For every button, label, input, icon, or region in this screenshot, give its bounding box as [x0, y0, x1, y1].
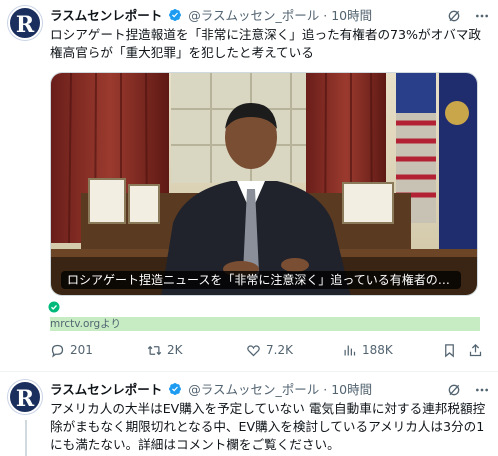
more-icon[interactable] — [474, 8, 490, 24]
tweet-text: ロシアゲート捏造報道を「非常に注意深く」追った有権者の73%がオバマ政権高官らが… — [50, 27, 481, 60]
retweet-icon — [147, 345, 162, 355]
author-name[interactable]: ラスムセンレポート — [50, 382, 162, 397]
media-caption: ロシアゲート捏造ニュースを「非常に注意深く」追っている有権者の73%がオ... — [61, 271, 461, 289]
grok-icon[interactable] — [446, 382, 462, 398]
avatar[interactable]: R — [8, 6, 42, 40]
like-icon — [247, 344, 260, 356]
author-handle[interactable]: @ラスムッセン_ポール — [188, 8, 319, 23]
reply-count: 201 — [70, 343, 93, 357]
author-handle[interactable]: @ラスムッセン_ポール — [188, 382, 319, 397]
tweet-media[interactable]: ロシアゲート捏造ニュースを「非常に注意深く」追っている有権者の73%がオ... — [50, 72, 478, 296]
like-count: 7.2K — [266, 343, 293, 357]
tweet-text: アメリカ人の大半はEV購入を予定していない 電気自動車に対する連邦税額控除がまも… — [50, 401, 486, 452]
verified-badge-icon — [169, 9, 182, 21]
views-button[interactable]: 188K — [342, 340, 393, 360]
tweet-time[interactable]: 10時間 — [331, 382, 372, 397]
separator-dot: · — [323, 382, 328, 397]
grok-icon[interactable] — [446, 8, 462, 24]
media-photo — [51, 73, 477, 295]
check-circle-icon — [48, 301, 60, 313]
author-name[interactable]: ラスムセンレポート — [50, 8, 162, 23]
share-button[interactable] — [468, 340, 483, 360]
reply-button[interactable]: 201 — [50, 340, 93, 360]
bookmark-icon — [445, 343, 454, 357]
verified-badge-icon — [169, 383, 182, 395]
thread-line — [25, 420, 27, 456]
like-button[interactable]: 7.2K — [246, 340, 293, 360]
bookmark-button[interactable] — [442, 340, 457, 360]
share-icon — [469, 343, 482, 356]
reply-icon — [51, 344, 64, 358]
link-source[interactable]: mrctv.orgより — [50, 317, 480, 331]
header-actions — [446, 380, 490, 398]
views-icon — [344, 345, 356, 355]
header-actions — [446, 6, 490, 24]
tweet[interactable]: R ラスムセンレポート @ラスムッセン_ポール · 10時間 アメリカ人の大半は… — [0, 372, 498, 456]
retweet-count: 2K — [167, 343, 183, 357]
tweet[interactable]: R ラスムセンレポート @ラスムッセン_ポール · 10時間 ロシアゲート捏造報… — [0, 0, 498, 372]
tweet-header: ラスムセンレポート @ラスムッセン_ポール · 10時間 — [50, 380, 490, 400]
retweet-button[interactable]: 2K — [147, 340, 183, 360]
tweet-actions: 201 2K 7.2K 188K — [50, 340, 483, 360]
more-icon[interactable] — [474, 382, 490, 398]
avatar[interactable]: R — [8, 380, 42, 414]
views-count: 188K — [362, 343, 393, 357]
separator-dot: · — [323, 8, 328, 23]
tweet-time[interactable]: 10時間 — [331, 8, 372, 23]
tweet-header: ラスムセンレポート @ラスムッセン_ポール · 10時間 — [50, 6, 490, 26]
